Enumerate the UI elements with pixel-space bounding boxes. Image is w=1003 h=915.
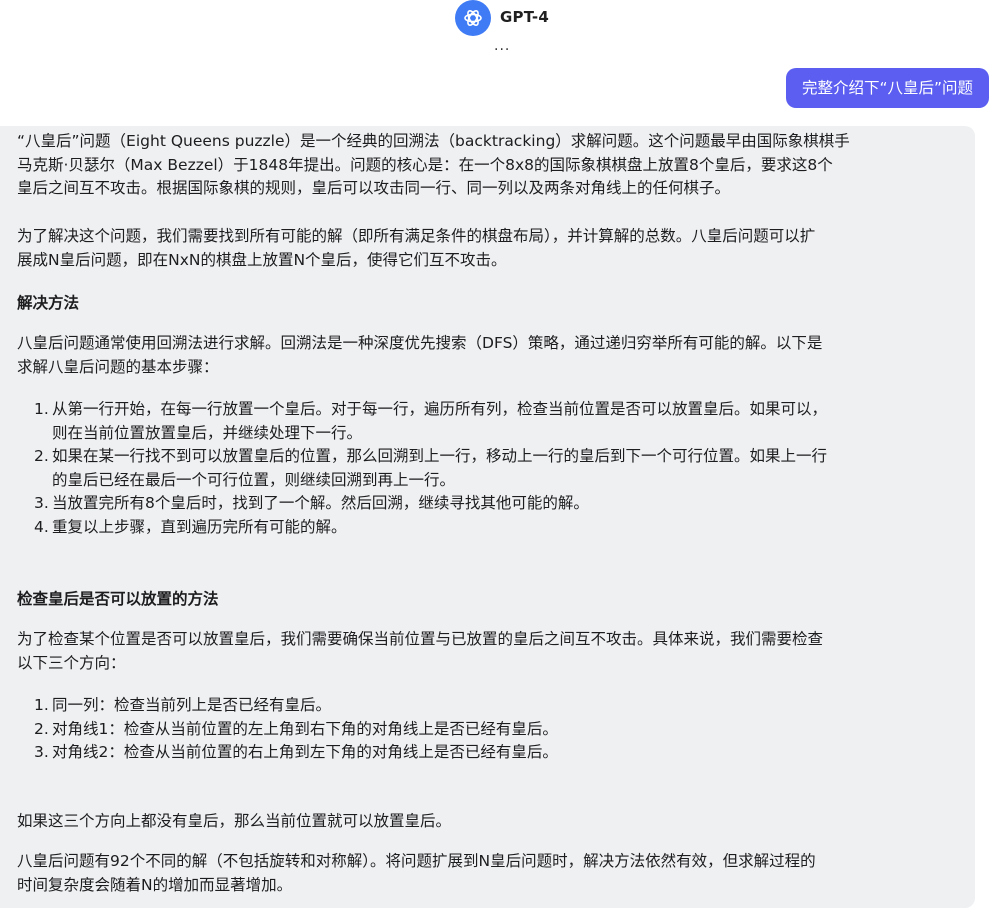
method-line: 八皇后问题通常使用回溯法进行求解。回溯法是一种深度优先搜索（DFS）策略，通过递… — [17, 334, 823, 352]
list-item-line: 对角线2：检查从当前位置的右上角到左下角的对角线上是否已经有皇后。 — [52, 743, 558, 761]
check-line: 为了检查某个位置是否可以放置皇后，我们需要确保当前位置与已放置的皇后之间互不攻击… — [17, 630, 824, 648]
intro-paragraph: “八皇后”问题（Eight Queens puzzle）是一个经典的回溯法（ba… — [17, 130, 957, 201]
check-paragraph: 为了检查某个位置是否可以放置皇后，我们需要确保当前位置与已放置的皇后之间互不攻击… — [17, 628, 957, 675]
model-status: ... — [494, 38, 511, 54]
section-heading-method: 解决方法 — [17, 294, 80, 312]
list-item: 4. 重复以上步骤，直到遍历完所有可能的解。 — [17, 516, 957, 540]
user-message-text: 完整介绍下“八皇后”问题 — [801, 79, 973, 97]
final-paragraph: 八皇后问题有92个不同的解（不包括旋转和对称解）。将问题扩展到N皇后问题时，解决… — [17, 850, 957, 897]
list-item-number: 3. — [34, 743, 49, 761]
list-item-number: 2. — [34, 447, 49, 465]
section-heading-check: 检查皇后是否可以放置的方法 — [17, 590, 219, 608]
final-line: 八皇后问题有92个不同的解（不包括旋转和对称解）。将问题扩展到N皇后问题时，解决… — [17, 852, 816, 870]
list-item-line: 则在当前位置放置皇后，并继续处理下一行。 — [52, 423, 363, 442]
assistant-message-bubble: “八皇后”问题（Eight Queens puzzle）是一个经典的回溯法（ba… — [0, 126, 975, 908]
goal-line: 展成N皇后问题，即在NxN的棋盘上放置N个皇后，使得它们互不攻击。 — [17, 250, 507, 269]
list-item-number: 3. — [34, 494, 49, 512]
list-item: 2. 如果在某一行找不到可以放置皇后的位置，那么回溯到上一行，移动上一行的皇后到… — [17, 445, 957, 492]
list-item-line: 对角线1：检查从当前位置的左上角到右下角的对角线上是否已经有皇后。 — [52, 719, 558, 738]
openai-logo-icon — [455, 0, 491, 36]
list-item-line: 如果在某一行找不到可以放置皇后的位置，那么回溯到上一行，移动上一行的皇后到下一个… — [52, 447, 828, 465]
user-message-bubble: 完整介绍下“八皇后”问题 — [785, 68, 989, 108]
goal-line: 为了解决这个问题，我们需要找到所有可能的解（即所有满足条件的棋盘布局），并计算解… — [17, 227, 816, 245]
list-item-line: 重复以上步骤，直到遍历完所有可能的解。 — [52, 517, 347, 536]
openai-logo-icon-svg — [464, 10, 482, 26]
directions-list: 1. 同一列：检查当前列上是否已经有皇后。 2. 对角线1：检查从当前位置的左上… — [17, 694, 957, 765]
model-name: GPT-4 — [500, 8, 549, 26]
list-item: 3. 对角线2：检查从当前位置的右上角到左下角的对角线上是否已经有皇后。 — [17, 741, 957, 765]
goal-paragraph: 为了解决这个问题，我们需要找到所有可能的解（即所有满足条件的棋盘布局），并计算解… — [17, 225, 957, 272]
conclusion-paragraph: 如果这三个方向上都没有皇后，那么当前位置就可以放置皇后。 — [17, 812, 452, 830]
steps-list: 1. 从第一行开始，在每一行放置一个皇后。对于每一行，遍历所有列，检查当前位置是… — [17, 398, 957, 539]
list-item-number: 4. — [34, 517, 49, 536]
list-item: 1. 从第一行开始，在每一行放置一个皇后。对于每一行，遍历所有列，检查当前位置是… — [17, 398, 957, 445]
method-paragraph: 八皇后问题通常使用回溯法进行求解。回溯法是一种深度优先搜索（DFS）策略，通过递… — [17, 332, 957, 379]
final-line: 时间复杂度会随着N的增加而显著增加。 — [17, 875, 293, 894]
list-item-number: 1. — [34, 696, 49, 714]
list-item-line: 从第一行开始，在每一行放置一个皇后。对于每一行，遍历所有列，检查当前位置是否可以… — [52, 400, 828, 418]
intro-line: 皇后之间互不攻击。根据国际象棋的规则，皇后可以攻击同一行、同一列以及两条对角线上… — [17, 179, 731, 197]
list-item-number: 2. — [34, 719, 49, 738]
list-item: 3. 当放置完所有8个皇后时，找到了一个解。然后回溯，继续寻找其他可能的解。 — [17, 492, 957, 516]
list-item: 1. 同一列：检查当前列上是否已经有皇后。 — [17, 694, 957, 718]
intro-line: “八皇后”问题（Eight Queens puzzle）是一个经典的回溯法（ba… — [17, 132, 850, 150]
chat-header: GPT-4 ... — [0, 0, 1003, 60]
intro-line: 马克斯·贝瑟尔（Max Bezzel）于1848年提出。问题的核心是：在一个8x… — [17, 155, 833, 174]
list-item: 2. 对角线1：检查从当前位置的左上角到右下角的对角线上是否已经有皇后。 — [17, 718, 957, 742]
list-item-line: 当放置完所有8个皇后时，找到了一个解。然后回溯，继续寻找其他可能的解。 — [52, 494, 589, 512]
list-item-line: 同一列：检查当前列上是否已经有皇后。 — [52, 696, 332, 714]
list-item-line: 的皇后已经在最后一个可行位置，则继续回溯到再上一行。 — [52, 470, 456, 489]
list-item-number: 1. — [34, 400, 49, 418]
check-line: 以下三个方向： — [17, 653, 126, 672]
method-line: 求解八皇后问题的基本步骤： — [17, 357, 219, 376]
